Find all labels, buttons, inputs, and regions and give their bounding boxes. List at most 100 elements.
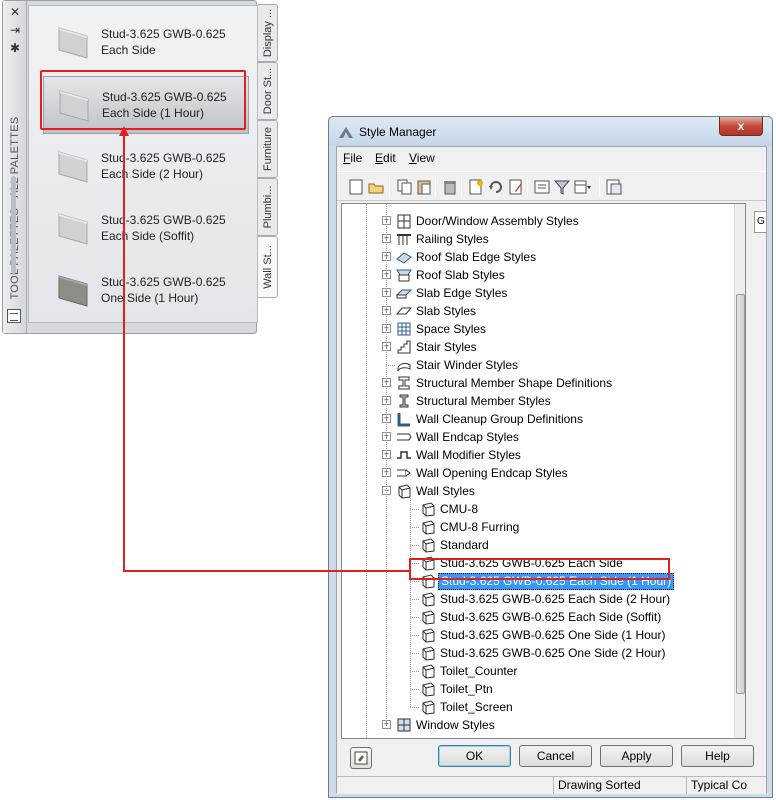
tree-item-category[interactable]: + Wall Opening Endcap Styles xyxy=(342,464,732,482)
tree-item-category[interactable]: + Documentation Objects xyxy=(342,734,732,739)
purge-icon[interactable] xyxy=(441,178,459,196)
tree-item-category[interactable]: + Roof Slab Styles xyxy=(342,266,732,284)
wall-style-icon xyxy=(420,591,436,607)
ok-button[interactable]: OK xyxy=(438,745,511,767)
tree-item-label: Door/Window Assembly Styles xyxy=(416,214,579,228)
tree-item-category[interactable]: + Slab Styles xyxy=(342,302,732,320)
tree-item-category[interactable]: + Wall Endcap Styles xyxy=(342,428,732,446)
tree-connector xyxy=(410,545,419,546)
dialog-title: Style Manager xyxy=(359,125,437,139)
open-drawing-icon[interactable] xyxy=(367,178,385,196)
inline-edit-icon[interactable] xyxy=(533,178,551,196)
stair-winder-icon xyxy=(396,357,412,373)
wall-tool-dark-icon xyxy=(57,272,89,308)
wall-style-icon xyxy=(420,645,436,661)
tree-scrollbar[interactable] xyxy=(734,204,745,738)
tree-item-style[interactable]: CMU-8 xyxy=(342,500,732,518)
tree-item-label: Wall Modifier Styles xyxy=(416,448,521,462)
palette-tool-label: Stud-3.625 GWB-0.625 Each Side xyxy=(101,27,226,57)
tree-item-category[interactable]: + Space Styles xyxy=(342,320,732,338)
expand-icon[interactable]: + xyxy=(364,738,369,739)
tree-item-category[interactable]: + Door/Window Assembly Styles xyxy=(342,212,732,230)
tree-item-label: Roof Slab Styles xyxy=(416,268,505,282)
palette-tab-label: Wall St... xyxy=(261,245,274,289)
tree-trunk-root xyxy=(366,204,367,738)
copy-icon[interactable] xyxy=(395,178,413,196)
tree-item-style[interactable]: Stud-3.625 GWB-0.625 Each Side (2 Hour) xyxy=(342,590,732,608)
toolbar-separator xyxy=(389,177,390,197)
help-button[interactable]: Help xyxy=(681,745,754,767)
tree-item-style[interactable]: CMU-8 Furring xyxy=(342,518,732,536)
cancel-button[interactable]: Cancel xyxy=(519,745,592,767)
palette-tab[interactable]: Wall St... xyxy=(258,236,278,298)
close-button[interactable]: x xyxy=(719,117,763,136)
tree-item-category[interactable]: + Roof Slab Edge Styles xyxy=(342,248,732,266)
tree-item-category[interactable]: + Stair Styles xyxy=(342,338,732,356)
tree-item-style[interactable]: Toilet_Screen xyxy=(342,698,732,716)
palette-title-strip[interactable]: ✕ ⇥ ✱ TOOL PALETTES - ALL PALETTES xyxy=(3,1,27,333)
tree-item-category[interactable]: − Wall Styles xyxy=(342,482,732,500)
close-icon[interactable]: ✕ xyxy=(7,5,23,19)
autohide-icon[interactable]: ⇥ xyxy=(7,23,23,37)
menu-view[interactable]: View xyxy=(409,151,435,165)
wall-style-icon xyxy=(396,483,412,499)
dialog-button-bar: OK Cancel Apply Help xyxy=(337,745,766,777)
menu-file[interactable]: File xyxy=(343,151,362,165)
tree-item-style[interactable]: Standard xyxy=(342,536,732,554)
tree-item-label: CMU-8 Furring xyxy=(440,520,520,534)
tree-item-label: Structural Member Shape Definitions xyxy=(416,376,613,390)
palette-tool-item[interactable]: Stud-3.625 GWB-0.625 One Side (1 Hour) xyxy=(43,262,249,320)
tree-item-style[interactable]: Toilet_Ptn xyxy=(342,680,732,698)
tree-connector xyxy=(386,365,395,366)
edit-style-icon[interactable] xyxy=(507,178,525,196)
tree-item-style[interactable]: Toilet_Counter xyxy=(342,662,732,680)
tree-item-category[interactable]: + Structural Member Styles xyxy=(342,392,732,410)
style-tree[interactable]: + Door/Window Assembly Styles + Railing Sty… xyxy=(341,203,746,739)
tree-item-category[interactable]: + Wall Cleanup Group Definitions xyxy=(342,410,732,428)
tree-item-category[interactable]: + Wall Modifier Styles xyxy=(342,446,732,464)
tree-item-category[interactable]: Stair Winder Styles xyxy=(342,356,732,374)
panel-tab[interactable]: G xyxy=(754,211,766,233)
tree-connector xyxy=(410,635,419,636)
palette-tool-item[interactable]: Stud-3.625 GWB-0.625 Each Side xyxy=(43,14,249,72)
tree-item-label: Stud-3.625 GWB-0.625 One Side (2 Hour) xyxy=(440,646,666,660)
set-from-icon[interactable] xyxy=(487,178,505,196)
tree-item-label: Slab Edge Styles xyxy=(416,286,508,300)
palette-scrollbar[interactable] xyxy=(11,176,16,274)
tree-item-style[interactable]: Stud-3.625 GWB-0.625 One Side (2 Hour) xyxy=(342,644,732,662)
tree-item-label: Stud-3.625 GWB-0.625 One Side (1 Hour) xyxy=(440,628,666,642)
dialog-title-bar[interactable]: Style Manager x xyxy=(329,117,772,146)
dialog-body: File Edit View + Door/Window Assembly Sty… xyxy=(336,146,767,794)
context-help-button[interactable] xyxy=(350,747,372,769)
tree-item-label: Toilet_Screen xyxy=(440,700,513,714)
status-left xyxy=(337,777,553,794)
properties-icon[interactable]: ✱ xyxy=(7,41,23,55)
palette-tool-item[interactable]: Stud-3.625 GWB-0.625 Each Side (Soffit) xyxy=(43,200,249,258)
tree-item-label: CMU-8 xyxy=(440,502,478,516)
palette-tab[interactable]: Plumbi... xyxy=(258,178,278,236)
filter-style-icon[interactable] xyxy=(553,178,571,196)
view-menu-icon[interactable] xyxy=(573,178,591,196)
tree-item-category[interactable]: + Window Styles xyxy=(342,716,732,734)
wall-modifier-icon xyxy=(396,447,412,463)
tree-item-style[interactable]: Stud-3.625 GWB-0.625 Each Side (Soffit) xyxy=(342,608,732,626)
menu-edit[interactable]: Edit xyxy=(375,151,396,165)
wall-style-icon xyxy=(420,627,436,643)
new-drawing-icon[interactable] xyxy=(347,178,365,196)
tree-item-category[interactable]: + Slab Edge Styles xyxy=(342,284,732,302)
paste-icon[interactable] xyxy=(415,178,433,196)
palette-tab[interactable]: Display ... xyxy=(258,4,278,62)
tree-item-style[interactable]: Stud-3.625 GWB-0.625 One Side (1 Hour) xyxy=(342,626,732,644)
tree-connector xyxy=(410,581,419,582)
toggle-view-icon[interactable] xyxy=(605,178,623,196)
tree-item-category[interactable]: + Railing Styles xyxy=(342,230,732,248)
palette-menu-icon[interactable] xyxy=(7,309,21,323)
palette-tab[interactable]: Door St... xyxy=(258,62,278,120)
tree-item-category[interactable]: + Structural Member Shape Definitions xyxy=(342,374,732,392)
new-style-icon[interactable] xyxy=(467,178,485,196)
palette-tool-item[interactable]: Stud-3.625 GWB-0.625 Each Side (2 Hour) xyxy=(43,138,249,196)
apply-button[interactable]: Apply xyxy=(600,745,673,767)
palette-tab[interactable]: Furniture xyxy=(258,120,278,178)
tree-scroll-thumb[interactable] xyxy=(736,294,745,694)
menu-bar: File Edit View xyxy=(337,147,766,169)
